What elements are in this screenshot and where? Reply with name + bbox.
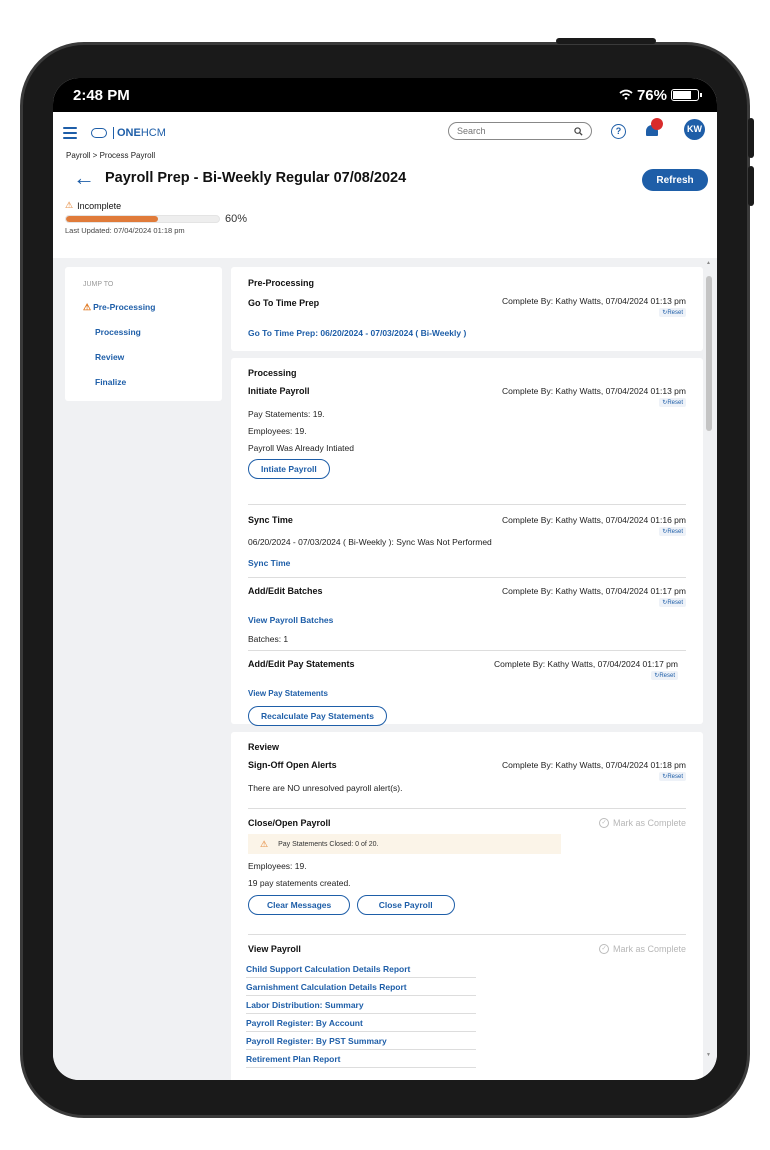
warning-icon: ⚠ — [83, 302, 92, 312]
sync-time-link[interactable]: Sync Time — [248, 558, 290, 568]
warning-icon: ⚠ — [260, 838, 269, 849]
mark-as-complete-button[interactable]: ✓ Mark as Complete — [598, 818, 686, 828]
reset-button[interactable]: ↻Reset — [659, 772, 686, 781]
battery-fill — [673, 91, 692, 99]
batches-step: Add/Edit Batches Complete By: Kathy Watt… — [248, 586, 686, 644]
scroll-down-icon[interactable]: ▼ — [706, 1052, 711, 1058]
reset-button[interactable]: ↻Reset — [659, 308, 686, 317]
section-heading: Pre-Processing — [248, 278, 315, 288]
sync-time-step: Sync Time Complete By: Kathy Watts, 07/0… — [248, 515, 686, 568]
status-label: Incomplete — [77, 200, 122, 211]
status-icons: 76% — [619, 86, 702, 104]
report-link[interactable]: Retirement Plan Report — [246, 1050, 476, 1068]
complete-by: Complete By: Kathy Watts, 07/04/2024 01:… — [502, 296, 686, 306]
jump-processing[interactable]: Processing — [83, 327, 222, 352]
initiate-payroll-step: Initiate Payroll Complete By: Kathy Watt… — [248, 386, 686, 498]
menu-icon[interactable] — [63, 127, 77, 139]
clear-messages-button[interactable]: Clear Messages — [248, 895, 351, 915]
recalculate-pay-statements-button[interactable]: Recalculate Pay Statements — [248, 706, 387, 726]
check-icon: ✓ — [598, 944, 609, 954]
avatar[interactable]: KW — [684, 119, 705, 140]
scrollbar[interactable]: ▲ ▼ — [705, 260, 713, 1058]
payroll-status: ⚠ Incomplete 60% Last Updated: 07/04/202… — [53, 200, 717, 242]
jump-review[interactable]: Review — [83, 352, 222, 377]
wifi-icon — [619, 87, 633, 104]
battery-icon — [671, 89, 702, 101]
report-link[interactable]: Garnishment Calculation Details Report — [246, 978, 476, 996]
jump-to-card: JUMP TO ⚠ Pre-Processing Processing Revie… — [65, 267, 222, 401]
status-bar: 2:48 PM 76% — [53, 78, 717, 112]
cloud-icon — [91, 128, 107, 138]
power-button — [556, 38, 656, 44]
refresh-button[interactable]: Refresh — [642, 169, 708, 191]
go-to-time-prep-link[interactable]: Go To Time Prep: 06/20/2024 - 07/03/2024… — [248, 328, 466, 338]
search-box[interactable] — [448, 122, 592, 140]
report-link[interactable]: Labor Distribution: Summary — [246, 996, 476, 1014]
app-bar: ONEHCM ? KW — [53, 112, 717, 154]
reset-button[interactable]: ↻Reset — [659, 398, 686, 407]
title-row: ← Payroll Prep - Bi-Weekly Regular 07/08… — [53, 160, 717, 196]
search-input[interactable] — [457, 126, 567, 136]
content-area: JUMP TO ⚠ Pre-Processing Processing Revie… — [53, 258, 717, 1080]
reset-button[interactable]: ↻Reset — [651, 671, 678, 680]
complete-by: Complete By: Kathy Watts, 07/04/2024 01:… — [502, 515, 686, 525]
screen: 2:48 PM 76% ONEHCM ? KW Payroll > Proces… — [53, 78, 717, 1080]
notification-badge — [651, 118, 663, 130]
report-link[interactable]: Payroll Register: By Account — [246, 1014, 476, 1032]
progress-percent: 60% — [225, 213, 248, 225]
report-link[interactable]: Payroll Register: By PST Summary — [246, 1032, 476, 1050]
notification-bell-icon[interactable] — [645, 118, 663, 138]
view-payroll-batches-link[interactable]: View Payroll Batches — [248, 615, 333, 625]
warning-icon: ⚠ — [65, 200, 74, 210]
back-arrow-icon[interactable]: ← — [73, 167, 95, 189]
report-link[interactable]: Child Support Calculation Details Report — [246, 960, 476, 978]
volume-button-top — [748, 118, 754, 158]
view-pay-statements-link[interactable]: View Pay Statements — [248, 689, 328, 698]
volume-button-bottom — [748, 166, 754, 206]
reset-button[interactable]: ↻Reset — [659, 527, 686, 536]
jump-finalize[interactable]: Finalize — [83, 377, 222, 402]
progress-fill — [66, 216, 158, 222]
initiate-payroll-button[interactable]: Intiate Payroll — [248, 459, 330, 479]
close-payroll-button[interactable]: Close Payroll — [356, 895, 455, 915]
view-payroll-step: View Payroll ✓ Mark as Complete Child Sup… — [246, 944, 686, 1068]
close-payroll-step: Close/Open Payroll ✓ Mark as Complete ⚠ P… — [248, 818, 686, 928]
pay-statements-step: Add/Edit Pay Statements Complete By: Kat… — [248, 659, 686, 726]
scroll-thumb[interactable] — [706, 276, 712, 431]
section-heading: Processing — [248, 368, 297, 378]
jump-pre-processing[interactable]: ⚠ Pre-Processing — [83, 302, 222, 327]
complete-by: Complete By: Kathy Watts, 07/04/2024 01:… — [502, 760, 686, 770]
help-icon[interactable]: ? — [611, 124, 626, 139]
onehcm-logo[interactable]: ONE HCM — [91, 127, 166, 139]
progress-bar — [65, 215, 220, 223]
check-icon: ✓ — [598, 818, 609, 828]
jump-to-heading: JUMP TO — [83, 281, 114, 288]
report-list: Child Support Calculation Details Report… — [246, 960, 686, 1068]
clock: 2:48 PM — [73, 86, 130, 104]
processing-card: Processing Initiate Payroll Complete By:… — [231, 358, 703, 726]
battery-percent: 76% — [636, 86, 667, 104]
sign-off-alerts-step: Sign-Off Open Alerts Complete By: Kathy … — [248, 760, 686, 793]
page-title: Payroll Prep - Bi-Weekly Regular 07/08/2… — [105, 170, 407, 186]
complete-by: Complete By: Kathy Watts, 07/04/2024 01:… — [502, 386, 686, 396]
pre-processing-card: Pre-Processing Go To Time Prep Complete … — [231, 267, 703, 351]
review-card: Review Sign-Off Open Alerts Complete By:… — [231, 732, 703, 1080]
complete-by: Complete By: Kathy Watts, 07/04/2024 01:… — [494, 659, 678, 669]
reset-button[interactable]: ↻Reset — [659, 598, 686, 607]
scroll-up-icon[interactable]: ▲ — [706, 260, 711, 266]
search-icon[interactable] — [574, 126, 583, 136]
section-heading: Review — [248, 742, 280, 752]
pay-statements-closed-alert: ⚠ Pay Statements Closed: 0 of 20. — [248, 834, 561, 854]
mark-as-complete-button[interactable]: ✓ Mark as Complete — [598, 944, 686, 954]
last-updated: Last Updated: 07/04/2024 01:18 pm — [65, 226, 185, 235]
complete-by: Complete By: Kathy Watts, 07/04/2024 01:… — [502, 586, 686, 596]
